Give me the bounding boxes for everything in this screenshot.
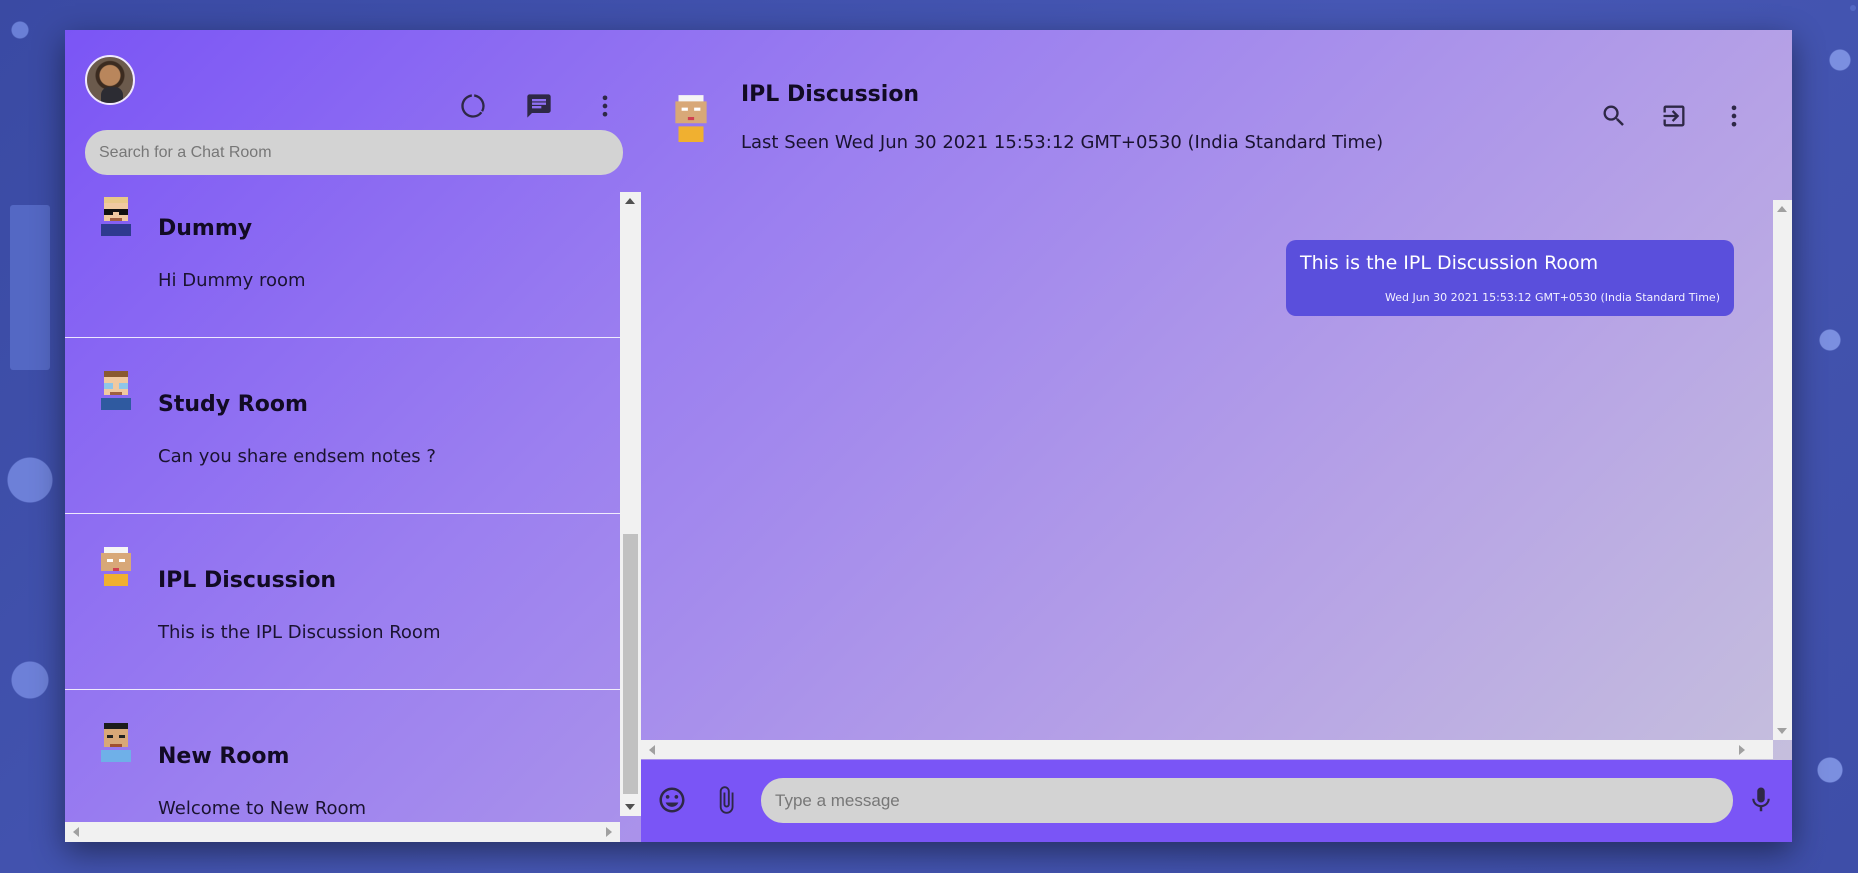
pixel-avatar-icon [101,197,131,236]
room-item[interactable]: IPL Discussion This is the IPL Discussio… [65,514,620,690]
sidebar-header-actions [455,88,623,124]
pixel-avatar-icon [101,723,131,762]
chat-header-actions [1596,98,1752,134]
message-text: This is the IPL Discussion Room [1300,252,1599,274]
attach-icon[interactable] [709,783,743,817]
background-decoration [1850,5,1856,11]
room-last-message: Hi Dummy room [158,270,306,291]
room-list-hscrollbar[interactable] [65,822,620,842]
chat-last-seen: Last Seen Wed Jun 30 2021 15:53:12 GMT+0… [741,132,1384,153]
room-list-scrollbar[interactable] [620,192,641,816]
background-decoration [10,205,50,370]
scroll-right-icon[interactable] [1739,745,1745,755]
room-list-container: Dummy Hi Dummy room Study Room Can you s… [65,192,641,842]
room-name: IPL Discussion [158,568,337,593]
more-vertical-icon[interactable] [1716,98,1752,134]
sidebar: Dummy Hi Dummy room Study Room Can you s… [65,30,641,842]
room-item[interactable]: Dummy Hi Dummy room [65,192,620,338]
chat-panel: IPL Discussion Last Seen Wed Jun 30 2021… [641,30,1792,842]
chat-app-window: Dummy Hi Dummy room Study Room Can you s… [65,30,1792,842]
scroll-up-icon[interactable] [625,198,635,204]
scroll-up-icon[interactable] [1777,206,1787,212]
search-input[interactable] [85,130,623,175]
chat-scrollbar[interactable] [1773,200,1792,740]
room-list: Dummy Hi Dummy room Study Room Can you s… [65,192,620,816]
scroll-left-icon[interactable] [73,827,79,837]
more-vertical-icon[interactable] [587,88,623,124]
search-icon[interactable] [1596,98,1632,134]
pixel-avatar-icon [101,371,131,410]
message-timestamp: Wed Jun 30 2021 15:53:12 GMT+0530 (India… [1384,291,1720,304]
room-name: New Room [158,744,290,769]
scroll-right-icon[interactable] [606,827,612,837]
scrollbar-thumb[interactable] [623,534,638,794]
room-name: Study Room [158,392,308,417]
microphone-icon[interactable] [1744,783,1778,817]
exit-icon[interactable] [1656,98,1692,134]
emoji-icon[interactable] [655,783,689,817]
chat-hscrollbar[interactable] [641,740,1773,759]
scroll-left-icon[interactable] [649,745,655,755]
room-last-message: Can you share endsem notes ? [158,446,436,467]
room-last-message: This is the IPL Discussion Room [158,622,441,643]
room-item[interactable]: New Room Welcome to New Room [65,690,620,816]
room-name: Dummy [158,216,253,241]
scroll-down-icon[interactable] [1777,728,1787,734]
search-wrap [65,130,641,192]
room-last-message: Welcome to New Room [158,798,367,816]
pixel-avatar-icon [101,547,131,586]
room-item[interactable]: Study Room Can you share endsem notes ? [65,338,620,514]
chat-messages: This is the IPL Discussion Room Wed Jun … [641,200,1792,760]
scroll-down-icon[interactable] [625,804,635,810]
status-ring-icon[interactable] [455,88,491,124]
chat-composer [641,760,1792,842]
chat-room-avatar [675,95,707,142]
sidebar-header [65,30,641,130]
user-avatar[interactable] [85,55,135,105]
message-input[interactable] [761,778,1733,823]
new-chat-icon[interactable] [521,88,557,124]
chat-title: IPL Discussion [741,82,920,107]
message-bubble: This is the IPL Discussion Room Wed Jun … [1286,240,1734,316]
chat-header: IPL Discussion Last Seen Wed Jun 30 2021… [641,30,1792,200]
